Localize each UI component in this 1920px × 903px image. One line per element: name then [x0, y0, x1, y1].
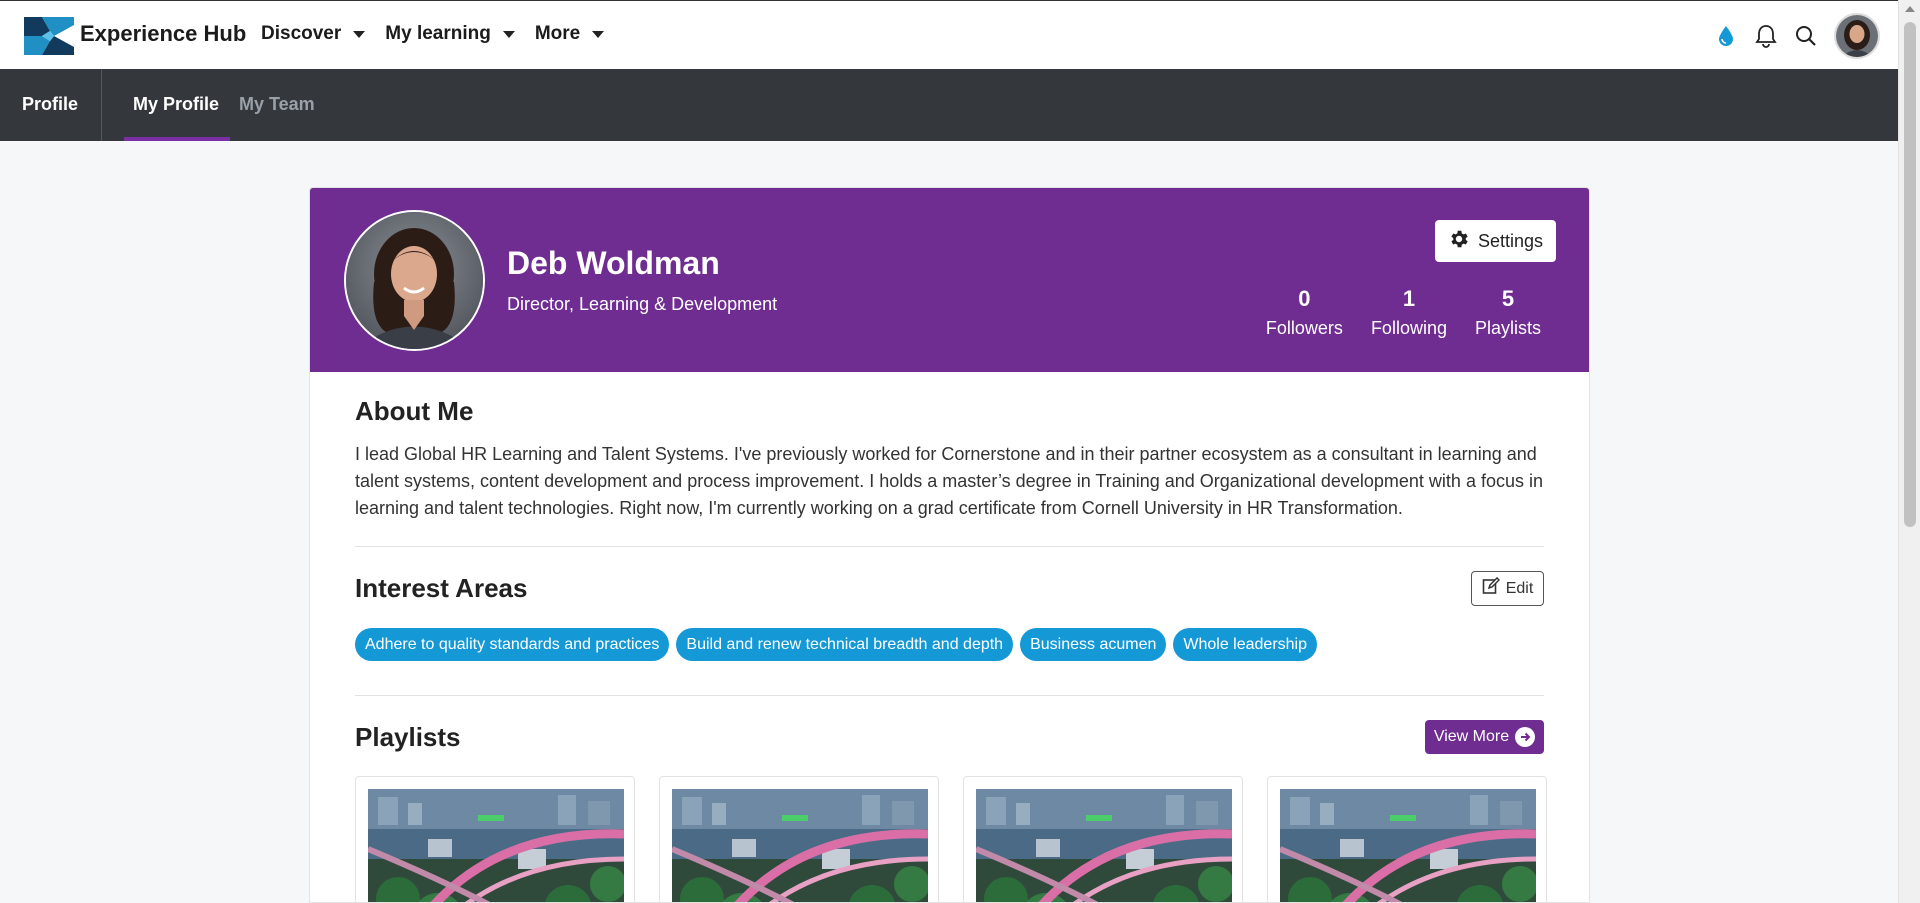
arrow-right-circle-icon — [1515, 727, 1536, 747]
profile-stats: 0 Followers 1 Following 5 Playlists — [1266, 286, 1541, 339]
stat-following[interactable]: 1 Following — [1371, 286, 1447, 339]
section-divider — [355, 695, 1544, 696]
scroll-up-arrow-icon[interactable] — [1905, 6, 1915, 12]
stat-following-label: Following — [1370, 318, 1447, 338]
playlist-tile[interactable] — [1267, 776, 1547, 902]
playlist-thumbnail — [368, 789, 624, 902]
tab-my-team[interactable]: My Team — [239, 94, 315, 115]
section-divider — [355, 546, 1544, 547]
main-menu: Discover My learning More — [261, 23, 605, 45]
interest-chip[interactable]: Build and renew technical breadth and de… — [676, 628, 1014, 661]
subnav-section-title: Profile — [22, 94, 79, 114]
stat-followers-value: 0 — [1298, 286, 1311, 311]
view-more-label: View More — [1433, 728, 1510, 745]
brand-name[interactable]: Experience Hub — [80, 21, 246, 47]
profile-name: Deb Woldman — [507, 245, 720, 281]
tab-my-profile[interactable]: My Profile — [133, 94, 219, 115]
stat-playlists-label: Playlists — [1474, 318, 1541, 338]
experience-hub-logo[interactable] — [24, 17, 74, 55]
menu-more-label: More — [534, 23, 581, 44]
edit-icon — [1482, 576, 1500, 600]
top-right-actions — [1714, 13, 1880, 59]
interest-chip[interactable]: Adhere to quality standards and practice… — [355, 628, 670, 661]
profile-banner: Deb Woldman Director, Learning & Develop… — [310, 188, 1589, 372]
gear-icon — [1448, 228, 1470, 255]
stat-followers-label: Followers — [1265, 318, 1343, 338]
interest-areas-header: Interest Areas Edit — [355, 571, 1544, 606]
profile-role: Director, Learning & Development — [507, 294, 778, 314]
settings-label: Settings — [1477, 230, 1544, 251]
chevron-down-icon — [592, 30, 605, 38]
interest-chips: Adhere to quality standards and practice… — [355, 628, 1544, 661]
subnav-divider — [101, 69, 102, 141]
search-icon[interactable] — [1794, 24, 1818, 48]
stat-following-value: 1 — [1402, 286, 1416, 311]
profile-photo — [344, 210, 485, 351]
playlists-heading: Playlists — [355, 721, 461, 752]
playlist-tile[interactable] — [963, 776, 1243, 902]
menu-discover-label: Discover — [261, 23, 342, 44]
stat-playlists-value: 5 — [1501, 286, 1515, 311]
chevron-down-icon — [502, 30, 515, 38]
profile-subnav: Profile My Profile My Team — [0, 69, 1898, 141]
page-scrollbar[interactable] — [1898, 0, 1920, 903]
interest-chip[interactable]: Business acumen — [1020, 628, 1167, 661]
playlist-thumbnail — [1280, 789, 1536, 902]
menu-my-learning-label: My learning — [385, 23, 491, 44]
scrollbar-thumb[interactable] — [1904, 22, 1916, 527]
playlist-thumbnail — [976, 789, 1232, 902]
playlist-tile[interactable] — [355, 776, 635, 902]
profile-card: Deb Woldman Director, Learning & Develop… — [309, 187, 1590, 903]
stat-playlists[interactable]: 5 Playlists — [1475, 286, 1541, 339]
edit-interests-button[interactable]: Edit — [1471, 571, 1544, 606]
bell-icon[interactable] — [1754, 24, 1778, 48]
about-me-text: I lead Global HR Learning and Talent Sys… — [355, 444, 1543, 518]
user-avatar[interactable] — [1834, 13, 1880, 59]
menu-my-learning[interactable]: My learning — [385, 23, 515, 45]
playlist-tile[interactable] — [659, 776, 939, 902]
stat-followers[interactable]: 0 Followers — [1266, 286, 1343, 339]
menu-more[interactable]: More — [534, 23, 605, 45]
profile-content: About Me I lead Global HR Learning and T… — [310, 396, 1589, 902]
playlist-thumbnail — [672, 789, 928, 902]
droplet-icon[interactable] — [1714, 24, 1738, 48]
interest-chip[interactable]: Whole leadership — [1173, 628, 1317, 661]
about-me-heading: About Me — [355, 396, 474, 426]
playlists-header: Playlists View More — [355, 720, 1544, 754]
edit-label: Edit — [1505, 579, 1534, 597]
active-tab-indicator — [124, 137, 230, 141]
top-navigation-bar: Experience Hub Discover My learning More — [0, 0, 1898, 69]
chevron-down-icon — [353, 30, 366, 38]
menu-discover[interactable]: Discover — [261, 23, 366, 45]
view-more-button[interactable]: View More — [1425, 720, 1544, 754]
interest-areas-heading: Interest Areas — [355, 573, 528, 603]
playlist-tiles — [355, 776, 1547, 902]
settings-button[interactable]: Settings — [1435, 220, 1556, 262]
